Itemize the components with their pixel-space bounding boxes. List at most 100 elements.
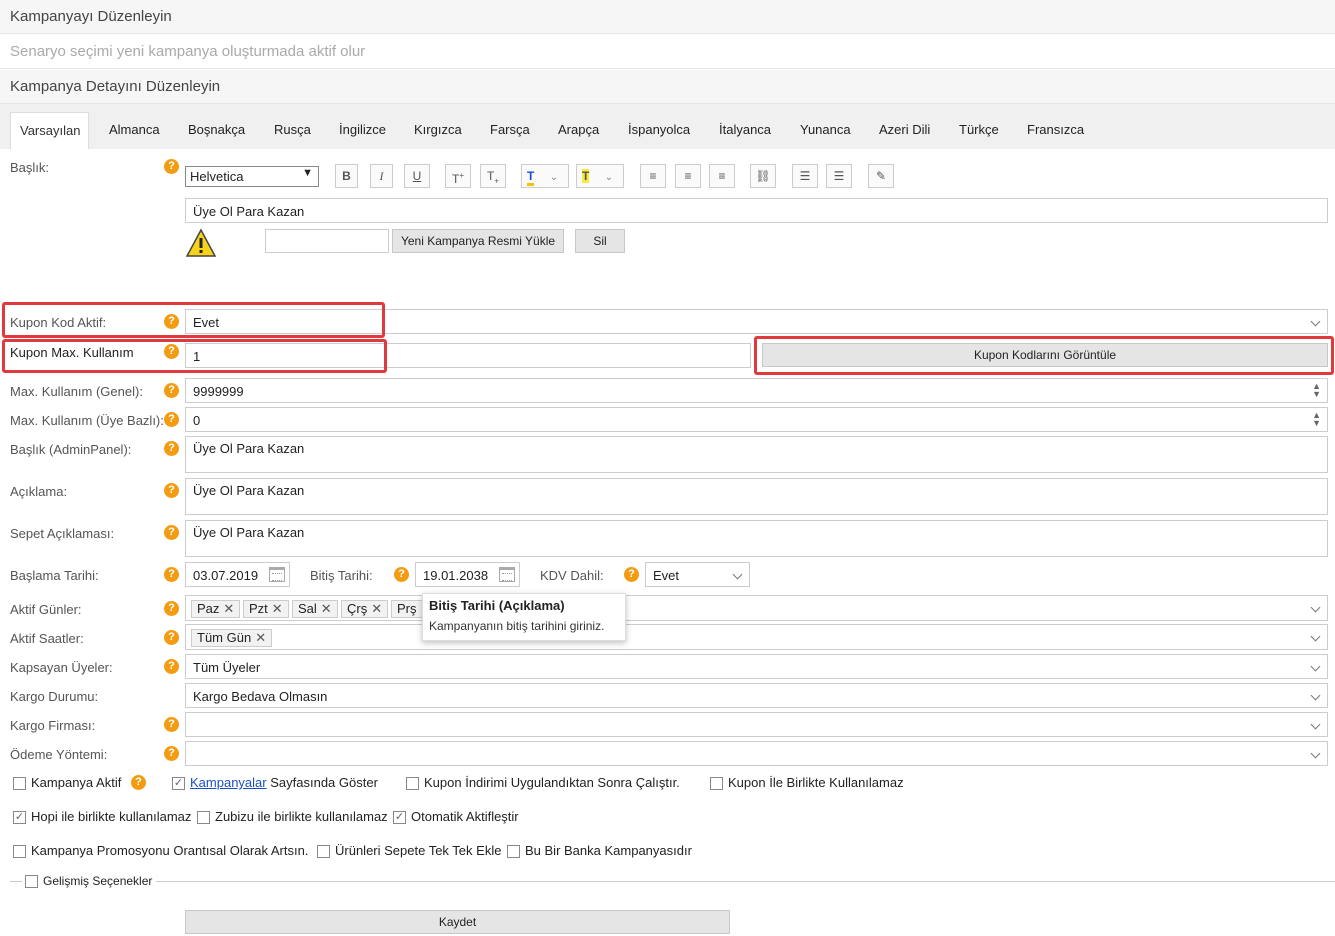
- unordered-list-icon[interactable]: ☰: [826, 164, 852, 188]
- members-select[interactable]: Tüm Üyeler: [185, 654, 1328, 679]
- bank-campaign-checkbox[interactable]: [507, 845, 520, 858]
- tab-kirgizca[interactable]: Kırgızca: [405, 112, 471, 149]
- max-general-input[interactable]: 9999999 ▲ ▼: [185, 378, 1328, 403]
- day-chip[interactable]: Pzt ✕: [243, 600, 289, 618]
- help-icon[interactable]: ?: [164, 746, 179, 761]
- tab-fransizca[interactable]: Fransızca: [1018, 112, 1093, 149]
- help-icon[interactable]: ?: [164, 383, 179, 398]
- font-select[interactable]: Helvetica ▼: [185, 166, 319, 187]
- remove-icon[interactable]: ✕: [321, 601, 332, 616]
- tab-ingilizce[interactable]: İngilizce: [330, 112, 395, 149]
- calendar-icon[interactable]: [269, 567, 285, 582]
- chevron-down-icon: [1310, 316, 1321, 327]
- active-days-multiselect[interactable]: Paz✕ Pzt✕ Sal✕ Çrş✕ Prş✕: [185, 595, 1328, 621]
- tab-almanca[interactable]: Almanca: [100, 112, 169, 149]
- help-icon[interactable]: ?: [624, 567, 639, 582]
- delete-image-button[interactable]: Sil: [575, 229, 625, 253]
- day-chip[interactable]: Paz ✕: [191, 600, 241, 618]
- help-icon[interactable]: ?: [164, 630, 179, 645]
- align-left-icon[interactable]: ≡: [640, 164, 666, 188]
- description-textarea[interactable]: Üye Ol Para Kazan: [185, 478, 1328, 515]
- advanced-options-checkbox[interactable]: [25, 875, 38, 888]
- one-by-one-checkbox[interactable]: [317, 845, 330, 858]
- highlight-box: [2, 339, 387, 373]
- save-button[interactable]: Kaydet: [185, 910, 730, 934]
- day-chip[interactable]: Çrş ✕: [341, 600, 389, 618]
- image-file-input[interactable]: [265, 229, 389, 253]
- run-after-discount-checkbox[interactable]: [406, 777, 419, 790]
- carrier-select[interactable]: [185, 712, 1328, 737]
- tab-yunanca[interactable]: Yunanca: [791, 112, 860, 149]
- zubizu-checkbox[interactable]: [197, 811, 210, 824]
- start-date-input[interactable]: 03.07.2019: [185, 562, 290, 587]
- tab-ispanyolca[interactable]: İspanyolca: [619, 112, 699, 149]
- help-icon[interactable]: ?: [164, 483, 179, 498]
- help-icon[interactable]: ?: [164, 659, 179, 674]
- bold-icon[interactable]: B: [335, 164, 358, 188]
- run-after-discount-label: Kupon İndirimi Uygulandıktan Sonra Çalış…: [424, 775, 680, 790]
- upload-image-button[interactable]: Yeni Kampanya Resmi Yükle: [392, 229, 564, 253]
- tab-turkce[interactable]: Türkçe: [950, 112, 1008, 149]
- cart-description-textarea[interactable]: Üye Ol Para Kazan: [185, 520, 1328, 557]
- underline-icon[interactable]: U: [404, 164, 430, 188]
- remove-icon[interactable]: ✕: [223, 601, 234, 616]
- text-color-icon[interactable]: T ⌄: [521, 164, 569, 188]
- italic-icon[interactable]: I: [370, 164, 393, 188]
- subscript-icon[interactable]: T+: [480, 164, 506, 188]
- active-days-label: Aktif Günler:: [10, 602, 82, 617]
- tab-arapca[interactable]: Arapça: [549, 112, 608, 149]
- align-right-icon[interactable]: ≡: [709, 164, 735, 188]
- help-icon[interactable]: ?: [164, 601, 179, 616]
- admin-title-textarea[interactable]: Üye Ol Para Kazan: [185, 436, 1328, 473]
- ordered-list-icon[interactable]: ☰: [792, 164, 818, 188]
- day-chip[interactable]: Sal ✕: [292, 600, 338, 618]
- remove-icon[interactable]: ✕: [272, 601, 283, 616]
- shipping-select[interactable]: Kargo Bedava Olmasın: [185, 683, 1328, 708]
- help-icon[interactable]: ?: [164, 525, 179, 540]
- payment-select[interactable]: [185, 741, 1328, 766]
- highlight-icon[interactable]: T ⌄: [576, 164, 624, 188]
- tab-rusca[interactable]: Rusça: [265, 112, 320, 149]
- superscript-icon[interactable]: T+: [445, 164, 471, 188]
- auto-activate-checkbox[interactable]: ✓: [393, 811, 406, 824]
- active-hours-multiselect[interactable]: Tüm Gün ✕: [185, 624, 1328, 650]
- campaign-active-checkbox[interactable]: [13, 777, 26, 790]
- help-icon[interactable]: ?: [164, 441, 179, 456]
- admin-title-label: Başlık (AdminPanel):: [10, 442, 132, 457]
- link-icon[interactable]: ⛓: [750, 164, 776, 188]
- title-input[interactable]: Üye Ol Para Kazan: [185, 198, 1328, 223]
- campaigns-link[interactable]: Kampanyalar: [190, 775, 267, 790]
- end-date-input[interactable]: 19.01.2038: [415, 562, 520, 587]
- help-icon[interactable]: ?: [394, 567, 409, 582]
- show-on-page-checkbox[interactable]: ✓: [172, 777, 185, 790]
- align-center-icon[interactable]: ≡: [675, 164, 701, 188]
- max-member-input[interactable]: 0 ▲ ▼: [185, 407, 1328, 432]
- spinner-icon[interactable]: ▲ ▼: [1312, 411, 1321, 428]
- not-with-coupon-label: Kupon İle Birlikte Kullanılamaz: [728, 775, 904, 790]
- help-icon[interactable]: ?: [164, 717, 179, 732]
- hopi-checkbox[interactable]: ✓: [13, 811, 26, 824]
- edit-campaign-header: Kampanyayı Düzenleyin: [0, 0, 1335, 34]
- vat-select[interactable]: Evet: [645, 562, 750, 587]
- help-icon[interactable]: ?: [131, 775, 146, 790]
- clear-format-icon[interactable]: ✎: [868, 164, 894, 188]
- tab-farsca[interactable]: Farsça: [481, 112, 539, 149]
- remove-icon[interactable]: ✕: [255, 630, 266, 645]
- help-icon[interactable]: ?: [164, 159, 179, 174]
- warning-icon: [186, 228, 216, 257]
- not-with-coupon-checkbox[interactable]: [710, 777, 723, 790]
- shipping-value: Kargo Bedava Olmasın: [193, 689, 328, 704]
- hour-chip[interactable]: Tüm Gün ✕: [191, 629, 273, 647]
- help-icon[interactable]: ?: [164, 412, 179, 427]
- proportional-checkbox[interactable]: [13, 845, 26, 858]
- max-general-value: 9999999: [193, 384, 244, 399]
- day-chip-label: Paz: [197, 601, 220, 616]
- help-icon[interactable]: ?: [164, 567, 179, 582]
- tab-bosnakca[interactable]: Boşnakça: [179, 112, 254, 149]
- tab-azeri[interactable]: Azeri Dili: [870, 112, 939, 149]
- spinner-icon[interactable]: ▲ ▼: [1312, 382, 1321, 399]
- tab-italyanca[interactable]: İtalyanca: [710, 112, 780, 149]
- calendar-icon[interactable]: [499, 567, 515, 582]
- remove-icon[interactable]: ✕: [371, 601, 382, 616]
- tab-varsayilan[interactable]: Varsayılan: [10, 112, 89, 149]
